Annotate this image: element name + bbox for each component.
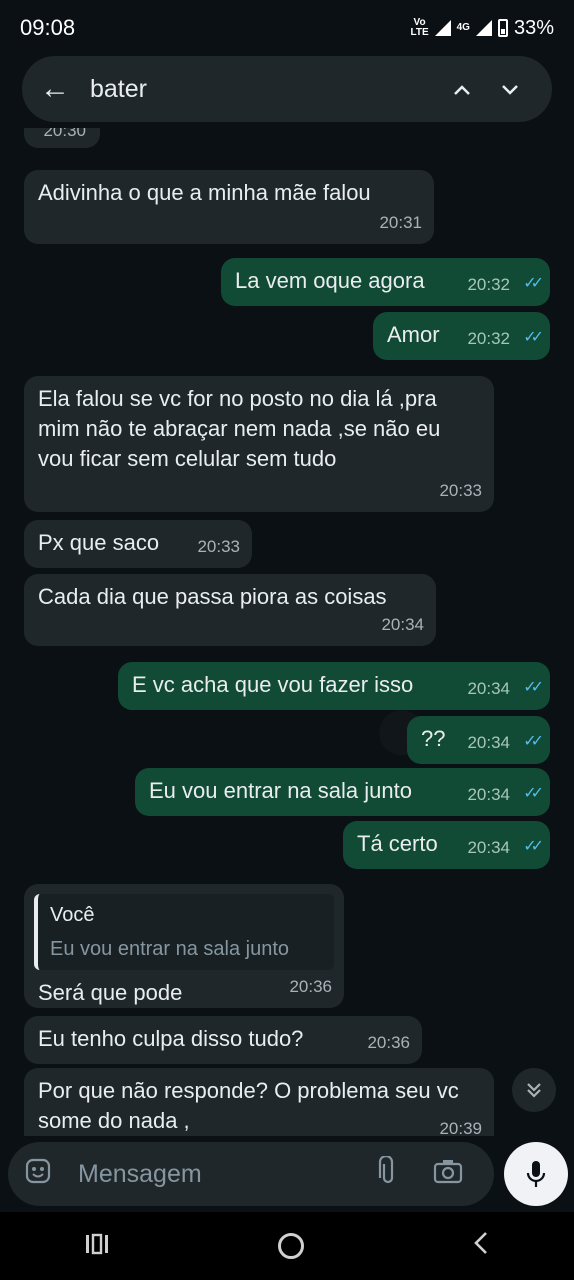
message-text: Por que não responde? O problema seu vc … (38, 1078, 459, 1133)
status-time: 09:08 (20, 15, 76, 40)
message-bubble[interactable]: 20:30 (24, 128, 100, 148)
message-time: 20:34 (467, 679, 510, 698)
message-bubble[interactable]: Eu vou entrar na sala junto 20:34 ✓✓ (135, 768, 550, 816)
message-text: E vc acha que vou fazer isso (132, 672, 414, 697)
message-time: 20:33 (439, 481, 482, 500)
quote-author: Você (50, 904, 95, 926)
read-ticks-icon: ✓✓ (523, 733, 544, 750)
message-time: 20:32 (467, 275, 510, 294)
quote-text: Eu vou entrar na sala junto (50, 938, 290, 960)
back-icon[interactable] (473, 1230, 489, 1262)
mic-icon (526, 1161, 546, 1187)
message-bubble[interactable]: E vc acha que vou fazer isso 20:34 ✓✓ (118, 662, 550, 710)
message-time: 20:36 (367, 1033, 410, 1052)
read-ticks-icon: ✓✓ (523, 785, 544, 802)
double-chevron-down-icon (527, 1083, 541, 1098)
message-text: Adivinha o que a minha mãe falou (38, 180, 371, 205)
battery-icon (497, 19, 508, 37)
message-time: 20:39 (439, 1119, 482, 1136)
message-bubble[interactable]: Eu tenho culpa disso tudo? 20:36 (24, 1016, 422, 1064)
attach-icon[interactable] (358, 1154, 418, 1193)
read-ticks-icon: ✓✓ (523, 679, 544, 696)
quoted-message[interactable]: Você Eu vou entrar na sala junto (34, 894, 334, 970)
camera-icon[interactable] (418, 1158, 478, 1191)
android-nav-bar (0, 1212, 574, 1280)
signal-icon-2 (475, 20, 492, 36)
message-bubble[interactable]: ?? 20:34 ✓✓ (407, 716, 550, 764)
message-text: Será que pode (38, 980, 183, 1005)
message-bubble[interactable]: La vem oque agora 20:32 ✓✓ (221, 258, 550, 306)
scroll-to-bottom-button[interactable] (512, 1068, 556, 1112)
message-bubble[interactable]: Por que não responde? O problema seu vc … (24, 1068, 494, 1136)
status-icons: Vo LTE 4G 33% (410, 17, 554, 40)
signal-icon (434, 20, 451, 36)
message-time: 20:34 (467, 785, 510, 804)
status-bar: 09:08 Vo LTE 4G 33% (0, 0, 574, 56)
chevron-up-icon[interactable] (438, 76, 486, 102)
message-time: 20:32 (467, 329, 510, 348)
message-text: Cada dia que passa piora as coisas (38, 584, 387, 609)
message-time: 20:33 (197, 537, 240, 556)
message-bubble[interactable]: Ela falou se vc for no posto no dia lá ,… (24, 376, 494, 512)
message-bubble[interactable]: Amor 20:32 ✓✓ (373, 312, 550, 360)
message-text: La vem oque agora (235, 268, 425, 293)
read-ticks-icon: ✓✓ (523, 838, 544, 855)
message-text: Ela falou se vc for no posto no dia lá ,… (38, 386, 441, 471)
message-text: Eu vou entrar na sala junto (149, 778, 412, 803)
message-text: Px que saco (38, 530, 160, 555)
message-text: Amor (387, 322, 440, 347)
read-ticks-icon: ✓✓ (523, 275, 544, 292)
message-bubble[interactable]: Adivinha o que a minha mãe falou 20:31 (24, 170, 434, 244)
search-input[interactable]: bater (90, 75, 438, 104)
message-text: ?? (421, 726, 446, 751)
search-bar: ← bater (22, 56, 552, 122)
message-text: Eu tenho culpa disso tudo? (38, 1026, 304, 1051)
read-ticks-icon: ✓✓ (523, 329, 544, 346)
recent-apps-icon[interactable] (85, 1230, 109, 1262)
emoji-icon[interactable] (24, 1157, 66, 1192)
mic-button[interactable] (504, 1142, 568, 1206)
message-time: 20:34 (381, 615, 424, 634)
chevron-down-icon[interactable] (486, 76, 534, 102)
battery-percent: 33% (513, 16, 554, 39)
network-type: 4G (456, 22, 470, 33)
message-composer[interactable]: Mensagem (8, 1142, 494, 1206)
message-bubble[interactable]: Px que saco 20:33 (24, 520, 252, 568)
volte-icon: Vo LTE (410, 17, 429, 38)
message-input[interactable]: Mensagem (78, 1160, 358, 1189)
message-bubble[interactable]: Cada dia que passa piora as coisas 20:34 (24, 574, 436, 646)
chat-area[interactable]: 20:30 Adivinha o que a minha mãe falou 2… (0, 128, 574, 1136)
message-bubble-reply[interactable]: Você Eu vou entrar na sala junto Será qu… (24, 884, 344, 1008)
message-time: 20:34 (467, 733, 510, 752)
message-time: 20:36 (289, 977, 332, 996)
message-time: 20:30 (43, 128, 86, 140)
back-arrow-icon[interactable]: ← (40, 72, 76, 106)
home-icon[interactable] (277, 1233, 304, 1259)
message-text: Tá certo (357, 831, 438, 856)
message-time: 20:34 (467, 838, 510, 857)
message-bubble[interactable]: Tá certo 20:34 ✓✓ (343, 821, 550, 869)
message-time: 20:31 (379, 213, 422, 232)
